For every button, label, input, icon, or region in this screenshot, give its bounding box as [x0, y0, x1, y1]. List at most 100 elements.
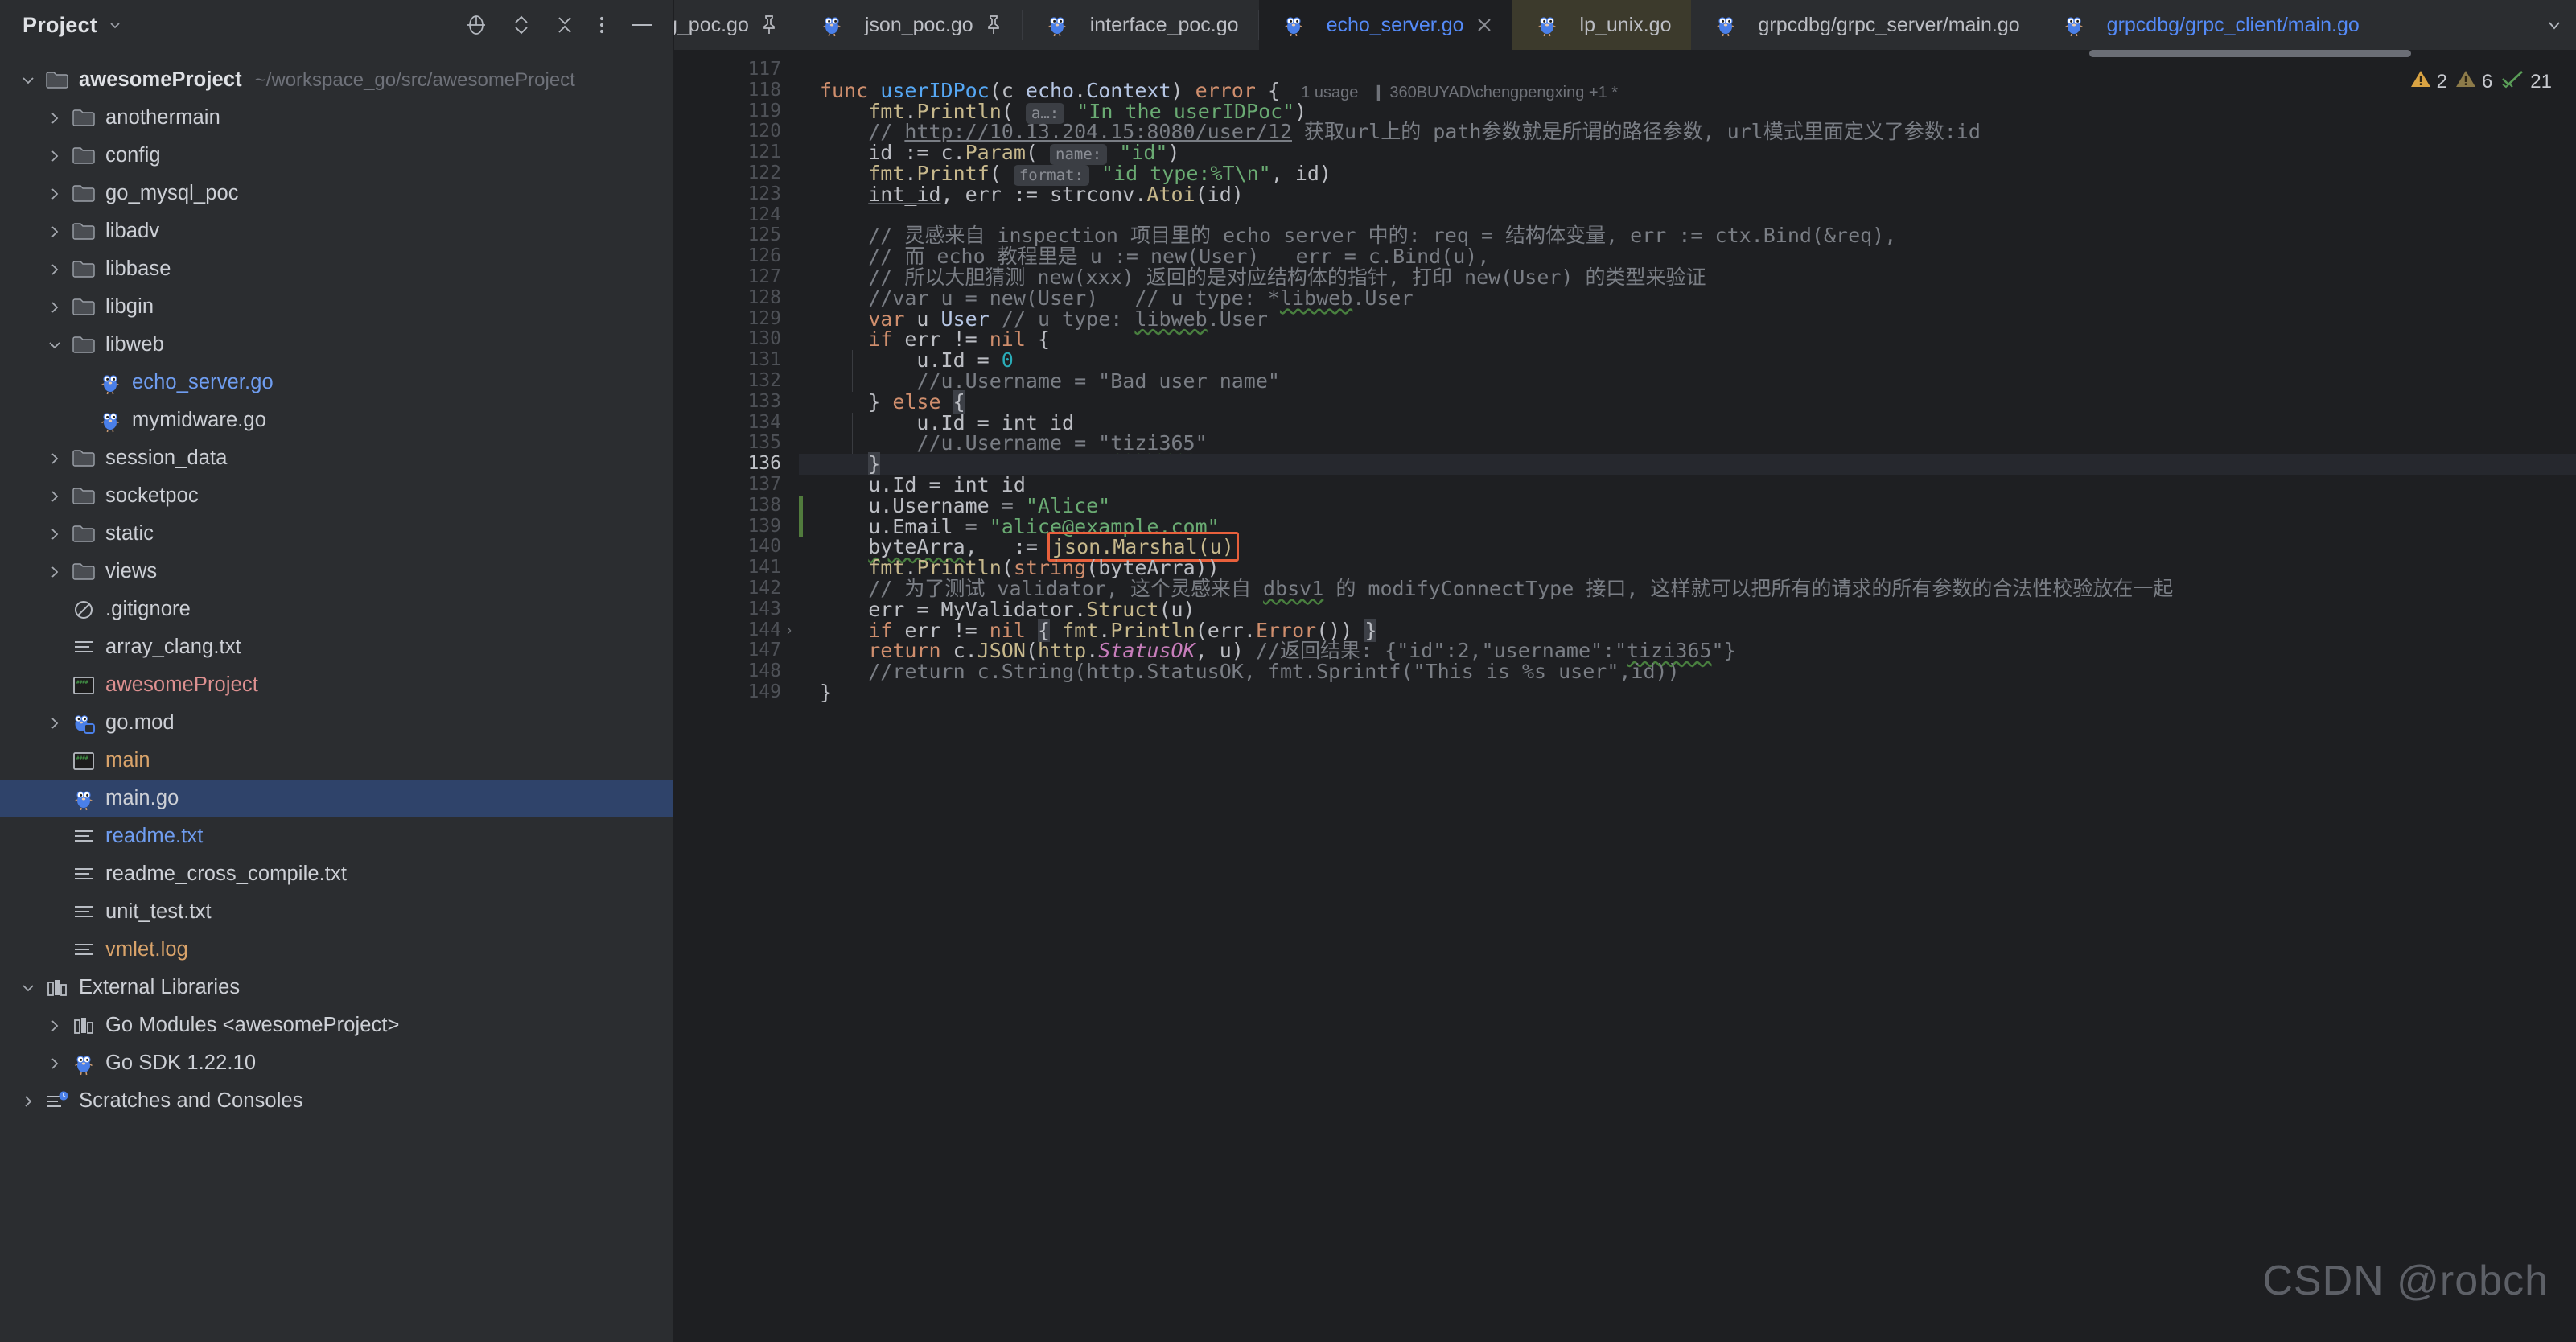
- tree-item-project-root[interactable]: awesomeProject ~/workspace_go/src/awesome…: [0, 61, 673, 99]
- weak-warnings-group[interactable]: 6: [2455, 69, 2492, 94]
- editor-tab-lp-unix-go[interactable]: lp_unix.go: [1512, 0, 1691, 50]
- more-options-icon[interactable]: [598, 13, 606, 37]
- pin-icon[interactable]: [985, 14, 1002, 35]
- editor-gutter[interactable]: 117 118 119 120 121 122 123 124 125 126 127 128 129 1…: [674, 50, 799, 1342]
- editor-tab-interface-poc-go[interactable]: interface_poc.go: [1022, 0, 1258, 50]
- code-line[interactable]: return c.JSON(http.StatusOK, u) //返回结果: …: [799, 640, 2576, 661]
- code-line[interactable]: if err != nil { fmt.Println(err.Error())…: [799, 618, 2576, 642]
- locate-icon[interactable]: [464, 13, 488, 37]
- code-line[interactable]: //var u = new(User) // u type: *libweb.U…: [799, 287, 2576, 309]
- tree-item-go-mod[interactable]: go.mod: [0, 704, 673, 742]
- tree-item-array-clang-txt[interactable]: array_clang.txt: [0, 628, 673, 666]
- tree-item-anothermain[interactable]: anothermain: [0, 99, 673, 137]
- tree-item-awesomeproject[interactable]: #### awesomeProject: [0, 666, 673, 704]
- chevron-right-icon[interactable]: [41, 262, 68, 277]
- tree-item-static[interactable]: static: [0, 515, 673, 553]
- editor-tab-g-poc-go[interactable]: g_poc.go: [674, 0, 797, 50]
- chevron-right-icon[interactable]: [41, 565, 68, 579]
- collapse-all-icon[interactable]: [554, 13, 575, 37]
- tree-item-echo-server-go[interactable]: echo_server.go: [0, 364, 673, 401]
- code-line[interactable]: err = MyValidator.Struct(u): [799, 599, 2576, 620]
- code-line[interactable]: if err != nil {: [799, 329, 2576, 350]
- chevron-down-icon[interactable]: [14, 73, 42, 88]
- chevron-down-icon[interactable]: [14, 981, 42, 995]
- chevron-right-icon[interactable]: [41, 1019, 68, 1033]
- code-line[interactable]: fmt.Println( a…: "In the userIDPoc"): [799, 101, 2576, 124]
- editor-tab-echo-server-go[interactable]: echo_server.go: [1258, 0, 1512, 50]
- tree-item-mymidware-go[interactable]: mymidware.go: [0, 401, 673, 439]
- tree-item-session-data[interactable]: session_data: [0, 439, 673, 477]
- code-line[interactable]: // 所以大胆猜测 new(xxx) 返回的是对应结构体的指针, 打印 new(…: [799, 267, 2576, 288]
- tree-item-main-go[interactable]: main.go: [0, 780, 673, 817]
- chevron-right-icon[interactable]: [41, 716, 68, 731]
- fold-chevron-icon[interactable]: ›: [781, 620, 797, 641]
- code-line[interactable]: // http://10.13.204.15:8080/user/12 获取ur…: [799, 121, 2576, 142]
- code-line[interactable]: func userIDPoc(c echo.Context) error { 1…: [799, 80, 2576, 101]
- code-line[interactable]: var u User // u type: libweb.User: [799, 308, 2576, 330]
- code-line[interactable]: int_id, err := strconv.Atoi(id): [799, 183, 2576, 205]
- chevron-right-icon[interactable]: [41, 300, 68, 315]
- code-line[interactable]: // 灵感来自 inspection 项目里的 echo server 中的: …: [799, 225, 2576, 246]
- code-line[interactable]: }: [799, 682, 2576, 703]
- code-line[interactable]: //u.Username = "tizi365": [799, 433, 2576, 454]
- tree-item-gitignore[interactable]: .gitignore: [0, 591, 673, 628]
- code-line[interactable]: u.Username = "Alice": [799, 495, 2576, 517]
- tree-item-scratches-and-consoles[interactable]: Scratches and Consoles: [0, 1082, 673, 1120]
- tree-item-vmlet-log[interactable]: vmlet.log: [0, 931, 673, 969]
- code-line[interactable]: } else {: [799, 389, 2576, 414]
- chevron-right-icon[interactable]: [41, 1056, 68, 1071]
- code-line[interactable]: u.Id = int_id: [799, 412, 2576, 434]
- chevron-down-icon[interactable]: [41, 338, 68, 352]
- code-line[interactable]: // 为了测试 validator, 这个灵感来自 dbsv1 的 modify…: [799, 578, 2576, 599]
- chevron-right-icon[interactable]: [41, 149, 68, 163]
- editor-tab-grpcdbg-grpc-client-main-go[interactable]: grpcdbg/grpc_client/main.go: [2039, 0, 2379, 50]
- chevron-down-icon[interactable]: [2533, 0, 2576, 50]
- code-line[interactable]: u.Id = int_id: [799, 475, 2576, 496]
- tree-item-libbase[interactable]: libbase: [0, 250, 673, 288]
- tree-item-go-mysql-poc[interactable]: go_mysql_poc: [0, 175, 673, 212]
- editor-body[interactable]: 117 118 119 120 121 122 123 124 125 126 127 128 129 1…: [674, 50, 2576, 1342]
- tree-item-go-modules-awesomeproject[interactable]: Go Modules <awesomeProject>: [0, 1006, 673, 1044]
- chevron-right-icon[interactable]: [41, 527, 68, 541]
- tree-item-libweb[interactable]: libweb: [0, 326, 673, 364]
- tree-item-views[interactable]: views: [0, 553, 673, 591]
- project-file-tree[interactable]: awesomeProject ~/workspace_go/src/awesome…: [0, 50, 673, 1120]
- typos-group[interactable]: 21: [2500, 69, 2552, 94]
- tree-item-config[interactable]: config: [0, 137, 673, 175]
- tree-item-external-libraries[interactable]: External Libraries: [0, 969, 673, 1006]
- code-line[interactable]: // 而 echo 教程里是 u := new(User) err = c.Bi…: [799, 246, 2576, 267]
- chevron-down-icon[interactable]: [107, 17, 123, 33]
- chevron-right-icon[interactable]: [41, 111, 68, 126]
- code-line[interactable]: byteArra, _ := json.Marshal(u): [799, 532, 2576, 562]
- expand-collapse-icon[interactable]: [511, 13, 532, 37]
- code-line[interactable]: fmt.Println(string(byteArra)): [799, 558, 2576, 578]
- hide-icon[interactable]: [628, 13, 656, 37]
- tree-item-main[interactable]: #### main: [0, 742, 673, 780]
- editor-tab-bar[interactable]: g_poc.go json_poc.go interface_poc.go echo_…: [674, 0, 2576, 50]
- tree-item-readme-txt[interactable]: readme.txt: [0, 817, 673, 855]
- code-line[interactable]: [799, 205, 2576, 226]
- chevron-right-icon[interactable]: [41, 224, 68, 239]
- code-line[interactable]: fmt.Printf( format: "id type:%T\n", id): [799, 163, 2576, 186]
- close-icon[interactable]: [1475, 16, 1493, 34]
- code-line[interactable]: //u.Username = "Bad user name": [799, 371, 2576, 392]
- code-view[interactable]: func userIDPoc(c echo.Context) error { 1…: [799, 50, 2576, 1342]
- warnings-group[interactable]: 2: [2410, 69, 2447, 94]
- chevron-right-icon[interactable]: [14, 1094, 42, 1109]
- editor-tab-grpcdbg-grpc-server-main-go[interactable]: grpcdbg/grpc_server/main.go: [1690, 0, 2039, 50]
- inspection-widget[interactable]: 2 6 21: [2410, 69, 2552, 94]
- chevron-right-icon[interactable]: [41, 187, 68, 201]
- tree-item-libgin[interactable]: libgin: [0, 288, 673, 326]
- horizontal-scrollbar[interactable]: [2089, 50, 2411, 57]
- code-line[interactable]: id := c.Param( name: "id"): [799, 142, 2576, 166]
- code-line[interactable]: //return c.String(http.StatusOK, fmt.Spr…: [799, 661, 2576, 682]
- tree-item-socketpoc[interactable]: socketpoc: [0, 477, 673, 515]
- chevron-right-icon[interactable]: [41, 489, 68, 504]
- tree-item-libadv[interactable]: libadv: [0, 212, 673, 250]
- code-line[interactable]: u.Id = 0: [799, 350, 2576, 371]
- tree-item-go-sdk-1-22-10[interactable]: Go SDK 1.22.10: [0, 1044, 673, 1082]
- code-line[interactable]: }: [799, 452, 2576, 476]
- pin-icon[interactable]: [760, 14, 778, 35]
- tree-item-unit-test-txt[interactable]: unit_test.txt: [0, 893, 673, 931]
- editor-tab-json-poc-go[interactable]: json_poc.go: [796, 0, 1022, 50]
